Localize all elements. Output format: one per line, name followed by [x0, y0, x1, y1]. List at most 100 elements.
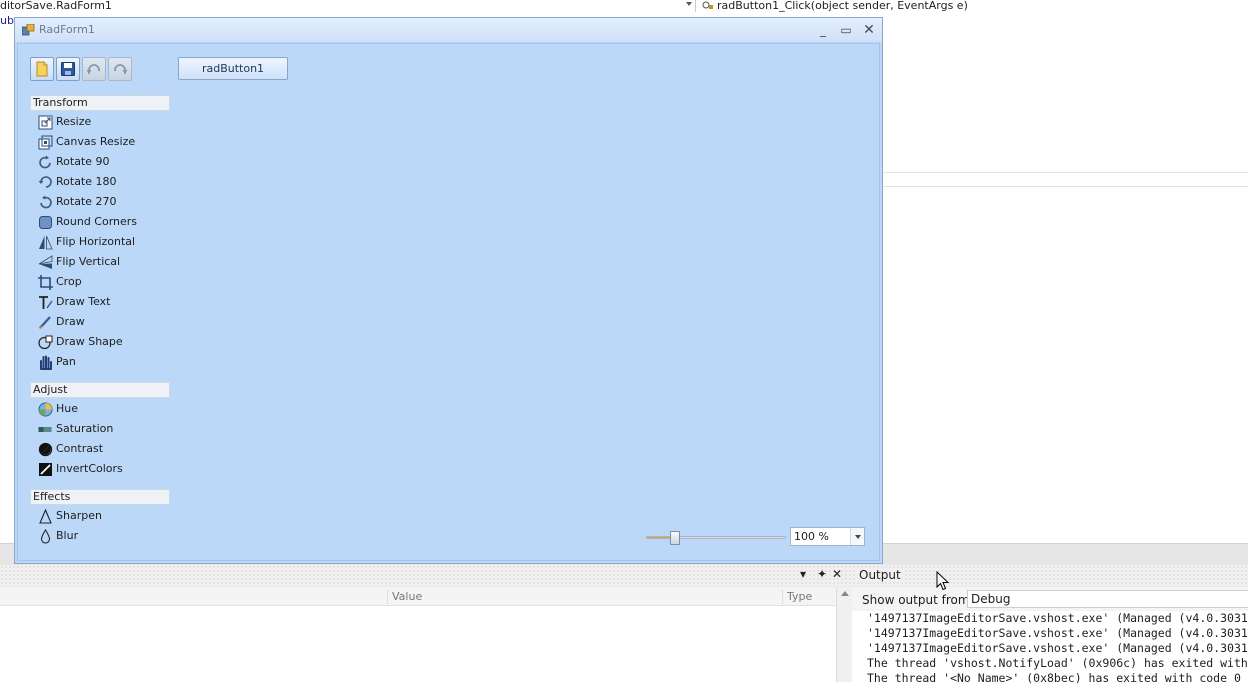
draw-text-icon	[39, 296, 53, 309]
undo-icon	[86, 64, 100, 74]
section-header-effects[interactable]: Effects	[30, 489, 170, 505]
class-navigation-dropdown[interactable]: ditorSave.RadForm1	[0, 0, 696, 12]
window-position-dropdown-icon[interactable]: ▾	[800, 567, 806, 581]
command-contrast[interactable]: Contrast	[38, 440, 172, 458]
tool-window-header: ▾ ✦ ✕	[0, 565, 1248, 587]
hue-icon	[38, 402, 53, 417]
command-resize[interactable]: Resize	[38, 113, 172, 131]
undo-button[interactable]	[82, 57, 106, 81]
code-editor-text: ub	[0, 14, 14, 27]
zoom-slider[interactable]	[646, 531, 786, 545]
pin-icon[interactable]: ✦	[817, 567, 827, 581]
command-draw[interactable]: Draw	[38, 313, 172, 331]
editor-divider	[880, 172, 1248, 173]
section-header-adjust[interactable]: Adjust	[30, 382, 170, 398]
output-line: '1497137ImageEditorSave.vshost.exe' (Man…	[867, 626, 1248, 640]
member-navigation-label: radButton1_Click(object sender, EventArg…	[717, 0, 968, 12]
vertical-scrollbar[interactable]	[836, 587, 852, 682]
command-label: Contrast	[56, 442, 104, 455]
command-rotate-180[interactable]: Rotate 180	[38, 173, 172, 191]
class-navigation-label: ditorSave.RadForm1	[0, 0, 112, 12]
command-label: Crop	[56, 275, 82, 288]
command-label: Flip Horizontal	[56, 235, 136, 248]
command-rotate-270[interactable]: Rotate 270	[38, 193, 172, 211]
invert-colors-icon	[39, 463, 52, 476]
command-label: Rotate 180	[56, 175, 117, 188]
mouse-cursor-icon	[936, 571, 950, 591]
open-file-icon	[36, 61, 48, 77]
zoom-slider-thumb[interactable]	[670, 531, 680, 545]
saturation-icon	[38, 427, 52, 432]
command-label: Blur	[56, 529, 79, 542]
command-invert-colors[interactable]: InvertColors	[38, 460, 172, 478]
app-icon	[22, 24, 35, 36]
command-round-corners[interactable]: Round Corners	[38, 213, 172, 231]
blur-icon	[40, 529, 51, 544]
command-crop[interactable]: Crop	[38, 273, 172, 291]
close-button[interactable]: ✕	[858, 21, 880, 39]
zoom-value: 100 %	[794, 530, 829, 543]
member-navigation-dropdown[interactable]: radButton1_Click(object sender, EventArg…	[700, 0, 1248, 12]
command-rotate-90[interactable]: Rotate 90	[38, 153, 172, 171]
command-label: Draw Shape	[56, 335, 123, 348]
save-icon	[61, 62, 75, 76]
save-button[interactable]	[56, 57, 80, 81]
command-draw-text[interactable]: Draw Text	[38, 293, 172, 311]
draw-shape-icon	[38, 335, 53, 350]
command-flip-horizontal[interactable]: Flip Horizontal	[38, 233, 172, 251]
sharpen-icon	[39, 509, 52, 524]
output-line: The thread '<No Name>' (0x8bec) has exit…	[867, 671, 1241, 685]
open-button[interactable]	[30, 57, 54, 81]
command-label: Draw	[56, 315, 85, 328]
output-panel: Show output from: Debug '1497137ImageEdi…	[852, 587, 1248, 685]
output-line: '1497137ImageEditorSave.vshost.exe' (Man…	[867, 611, 1248, 625]
crop-icon	[38, 275, 53, 290]
command-canvas-resize[interactable]: Canvas Resize	[38, 133, 172, 151]
rotate-90-icon	[39, 155, 51, 169]
output-panel-title[interactable]: Output	[855, 568, 905, 582]
command-flip-vertical[interactable]: Flip Vertical	[38, 253, 172, 271]
locals-header: Value Type	[0, 587, 836, 606]
command-label: Sharpen	[56, 509, 102, 522]
rotate-180-icon	[38, 176, 52, 188]
chevron-down-icon[interactable]	[686, 2, 692, 6]
column-header-type[interactable]: Type	[782, 590, 812, 604]
maximize-button[interactable]: ▭	[835, 21, 857, 39]
radbutton1[interactable]: radButton1	[178, 57, 288, 80]
command-label: Pan	[56, 355, 76, 368]
rotate-270-icon	[40, 195, 52, 209]
flip-horizontal-icon	[39, 235, 53, 250]
scroll-up-icon[interactable]	[841, 591, 849, 596]
locals-panel: Value Type	[0, 587, 836, 682]
command-label: Saturation	[56, 422, 114, 435]
show-output-label: Show output from:	[862, 593, 974, 607]
close-icon[interactable]: ✕	[832, 567, 842, 581]
command-saturation[interactable]: Saturation	[38, 420, 172, 438]
command-hue[interactable]: Hue	[38, 400, 172, 418]
editor-divider	[880, 186, 1248, 187]
method-icon	[702, 1, 713, 9]
output-log: '1497137ImageEditorSave.vshost.exe' (Man…	[867, 611, 1248, 686]
command-label: Canvas Resize	[56, 135, 136, 148]
round-corners-icon	[39, 216, 52, 229]
flip-vertical-icon	[38, 255, 53, 269]
command-pan[interactable]: Pan	[38, 353, 172, 371]
command-sharpen[interactable]: Sharpen	[38, 507, 172, 525]
output-source-select[interactable]: Debug	[967, 590, 1248, 608]
section-header-transform[interactable]: Transform	[30, 95, 170, 111]
output-line: '1497137ImageEditorSave.vshost.exe' (Man…	[867, 641, 1248, 655]
command-label: Draw Text	[56, 295, 111, 308]
redo-button[interactable]	[108, 57, 132, 81]
command-blur[interactable]: Blur	[38, 527, 172, 545]
command-draw-shape[interactable]: Draw Shape	[38, 333, 172, 351]
zoom-combobox[interactable]: 100 %	[790, 527, 865, 546]
column-header-value[interactable]: Value	[387, 590, 422, 604]
command-label: Rotate 270	[56, 195, 117, 208]
chevron-down-icon[interactable]	[850, 528, 864, 545]
command-label: Rotate 90	[56, 155, 110, 168]
redo-icon	[114, 64, 128, 74]
window-titlebar[interactable]: RadForm1 _ ▭ ✕	[15, 18, 882, 42]
output-line: The thread 'vshost.NotifyLoad' (0x906c) …	[867, 656, 1248, 670]
radform-window: RadForm1 _ ▭ ✕ radButton1 Transform Resi…	[14, 17, 883, 564]
minimize-button[interactable]: _	[812, 21, 834, 39]
